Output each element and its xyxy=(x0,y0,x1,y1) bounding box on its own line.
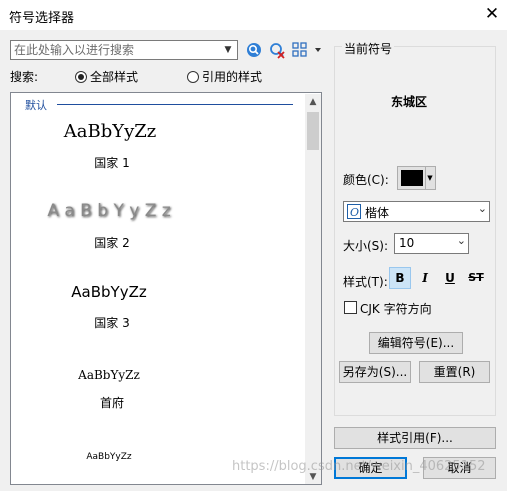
chevron-down-icon: ⌄ xyxy=(456,234,466,247)
search-input[interactable] xyxy=(11,41,217,59)
close-icon: ✕ xyxy=(484,4,500,24)
radio-all-styles[interactable]: 全部样式 xyxy=(75,68,138,85)
list-item[interactable]: AaBbYyZz 国家 1 xyxy=(11,121,305,181)
radio-selected-icon xyxy=(75,71,87,83)
style-reference-button[interactable]: 样式引用(F)... xyxy=(334,427,496,449)
italic-button[interactable]: I xyxy=(414,267,436,289)
radio-unselected-icon xyxy=(187,71,199,83)
search-icon xyxy=(247,43,261,57)
list-item[interactable]: AaBbYyZz 首府 xyxy=(11,368,305,428)
chevron-down-icon: ⌄ xyxy=(477,202,487,215)
window-title: 符号选择器 xyxy=(9,11,75,26)
style-label: 样式(T): xyxy=(343,275,388,289)
size-label: 大小(S): xyxy=(343,239,389,253)
symbol-name: 国家 1 xyxy=(94,156,130,170)
size-value: 10 xyxy=(399,236,415,250)
clear-search-icon xyxy=(270,43,285,59)
size-select[interactable]: 10 ⌄ xyxy=(394,233,469,254)
radio-referenced-styles[interactable]: 引用的样式 xyxy=(187,68,262,85)
current-symbol-title: 当前符号 xyxy=(342,40,395,57)
symbol-preview: 东城区 xyxy=(391,95,428,109)
group-divider xyxy=(57,104,293,105)
symbol-sample: A a B b Y y Z z xyxy=(47,201,171,221)
search-combo[interactable]: ▼ xyxy=(10,40,238,60)
symbol-list[interactable]: 默认 AaBbYyZz 国家 1 A a B b Y y Z z 国家 2 Aa… xyxy=(10,92,322,485)
symbol-name: 国家 2 xyxy=(94,236,130,250)
font-select[interactable]: O 楷体 ⌄ xyxy=(343,201,490,222)
scroll-up-icon[interactable]: ▲ xyxy=(305,94,321,110)
search-scope-label: 搜索: xyxy=(10,70,39,84)
chevron-down-icon: ▼ xyxy=(425,167,434,189)
grid-view-icon xyxy=(292,42,321,57)
reset-button[interactable]: 重置(R) xyxy=(419,361,490,383)
search-button[interactable] xyxy=(245,41,263,59)
symbol-sample: AaBbYyZz xyxy=(63,121,157,142)
color-label: 颜色(C): xyxy=(343,173,389,187)
group-label: 默认 xyxy=(25,99,47,112)
svg-text:O: O xyxy=(350,206,359,219)
close-button[interactable]: ✕ xyxy=(480,3,504,25)
strikethrough-button[interactable]: ST xyxy=(465,267,487,289)
cjk-direction-checkbox[interactable] xyxy=(344,301,357,314)
font-value: 楷体 xyxy=(365,206,390,220)
symbol-sample: AaBbYyZz xyxy=(78,368,140,382)
symbol-name: 首府 xyxy=(99,396,124,410)
color-swatch xyxy=(401,170,423,186)
symbol-sample: AaBbYyZz xyxy=(86,452,132,462)
symbol-sample: AaBbYyZz xyxy=(71,283,147,301)
color-picker-button[interactable]: ▼ xyxy=(397,166,436,190)
save-as-button[interactable]: 另存为(S)... xyxy=(339,361,411,383)
edit-symbol-button[interactable]: 编辑符号(E)... xyxy=(369,332,463,354)
watermark: https://blog.csdn.net/weixin_40625152 xyxy=(232,459,486,474)
chevron-down-icon[interactable]: ▼ xyxy=(219,41,237,59)
bold-button[interactable]: B xyxy=(389,267,411,289)
underline-button[interactable]: U xyxy=(439,267,461,289)
list-item[interactable]: AaBbYyZz 国家 3 xyxy=(11,283,305,343)
list-item[interactable]: A a B b Y y Z z 国家 2 xyxy=(11,201,305,261)
radio-all-styles-label: 全部样式 xyxy=(90,70,139,84)
symbol-name: 国家 3 xyxy=(94,316,130,330)
radio-referenced-styles-label: 引用的样式 xyxy=(202,70,263,84)
scroll-thumb[interactable] xyxy=(307,112,319,150)
title-bar xyxy=(0,0,507,30)
cjk-direction-label: CJK 字符方向 xyxy=(360,302,432,316)
clear-search-button[interactable] xyxy=(268,41,286,59)
vertical-scrollbar[interactable]: ▲ ▼ xyxy=(305,94,321,484)
font-type-icon: O xyxy=(347,204,361,222)
view-options-button[interactable] xyxy=(292,41,322,59)
